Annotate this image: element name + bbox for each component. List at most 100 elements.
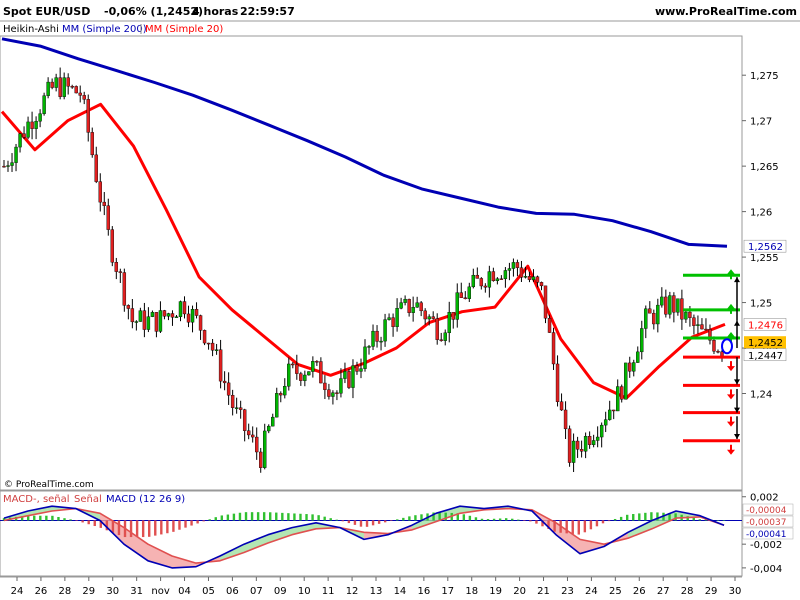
price-axis: 1,2751,271,2651,261,2551,251,2451,241,25… <box>742 71 787 401</box>
candle-body <box>431 316 435 319</box>
candle-body <box>234 407 239 409</box>
candle-body <box>459 292 463 298</box>
candle-body <box>351 365 355 388</box>
candle-body <box>250 434 255 438</box>
candle-body <box>595 436 600 441</box>
candle <box>347 369 351 390</box>
macd-hist-bar <box>716 520 720 521</box>
time-tick-label: 26 <box>35 586 48 597</box>
candle-body <box>206 342 211 345</box>
candle-body <box>283 386 287 396</box>
candle-body <box>182 301 187 315</box>
candle-body <box>519 267 524 278</box>
macd-hist-bar <box>571 520 574 534</box>
candle-body <box>451 312 455 320</box>
candle-body <box>114 262 119 272</box>
macd-hist-bar <box>250 512 254 521</box>
time-tick-label: 30 <box>106 586 119 597</box>
candle-body <box>515 262 520 268</box>
macd-hist-bar <box>523 520 526 521</box>
candle-body <box>150 312 155 317</box>
candle-body <box>712 340 716 352</box>
price-label: 1,2562 <box>743 239 787 253</box>
candle-body <box>499 278 504 280</box>
candle-body <box>6 165 10 167</box>
candle <box>74 85 78 94</box>
candle-body <box>275 393 279 418</box>
price-label-text: 1,2452 <box>748 338 783 349</box>
candle-body <box>628 362 632 372</box>
candle-body <box>672 295 676 313</box>
macd-hist-bar <box>595 520 599 527</box>
time-tick-label: 20 <box>513 586 526 597</box>
macd-hist-bar <box>57 516 60 521</box>
macd-hist-bar <box>607 520 611 522</box>
time-tick-label: 25 <box>609 586 622 597</box>
macd-hist-bar <box>75 520 78 521</box>
candle-body <box>255 436 259 453</box>
macd-hist-bar <box>638 513 641 521</box>
time-tick-label: 14 <box>394 586 407 597</box>
macd-hist-bar <box>692 517 695 521</box>
candle-body <box>303 374 307 381</box>
candle-body <box>463 297 467 299</box>
candle-body <box>375 330 379 342</box>
candle-body <box>162 310 167 317</box>
time-tick-label: 29 <box>82 586 95 597</box>
macd-hist-bar <box>371 520 375 526</box>
macd-hist-bar <box>135 520 139 538</box>
candle-body <box>242 409 247 431</box>
candle-body <box>259 451 263 468</box>
candle-body <box>66 77 70 87</box>
macd-hist-bar <box>141 520 145 538</box>
macd-hist-bar <box>359 520 363 527</box>
candle-body <box>555 363 560 402</box>
candle <box>110 226 115 267</box>
candle-body <box>603 419 608 426</box>
candle-body <box>58 77 62 97</box>
candle-body <box>78 92 82 96</box>
candle-body <box>439 339 443 341</box>
candle-body <box>467 286 471 299</box>
candle-body <box>391 317 395 327</box>
candle-body <box>395 308 399 327</box>
time-tick-label: 24 <box>585 586 598 597</box>
clock-time: 22:59:57 <box>240 5 295 18</box>
macd-legend-minus: MACD-, señal <box>3 494 70 505</box>
candle-body <box>118 271 123 273</box>
time-tick-label: 06 <box>226 586 239 597</box>
macd-hist-bar <box>589 520 593 530</box>
candle-body <box>495 278 500 282</box>
macd-hist-bar <box>214 517 217 521</box>
candle-body <box>684 311 688 320</box>
macd-hist-bar <box>347 520 351 524</box>
candle-body <box>716 351 720 353</box>
time-tick-label: 23 <box>561 586 574 597</box>
time-tick-label: 21 <box>537 586 550 597</box>
candle-body <box>531 276 536 280</box>
macd-value-text: -0,00037 <box>746 518 786 528</box>
candle-body <box>680 298 684 320</box>
macd-hist-bar <box>390 520 393 521</box>
candle-body <box>110 229 115 263</box>
candle-body <box>475 274 480 279</box>
macd-hist-bar <box>244 512 248 521</box>
candle-body <box>583 436 588 452</box>
candle-body <box>98 181 102 203</box>
macd-hist-bar <box>486 519 490 521</box>
candle-body <box>299 373 303 381</box>
macd-hist-bar <box>311 514 314 521</box>
macd-hist-bar <box>377 520 381 524</box>
macd-hist-bar <box>232 513 236 521</box>
candle-body <box>170 313 175 318</box>
candle-body <box>704 328 708 331</box>
macd-hist-bar <box>190 520 193 526</box>
macd-value-label: -0,00004 <box>742 503 794 516</box>
time-tick-label: 09 <box>274 586 287 597</box>
macd-tick-label: -0,002 <box>750 540 782 551</box>
candle <box>202 329 207 346</box>
macd-hist-bar <box>299 513 302 521</box>
legend-ma200: MM (Simple 200) <box>62 24 147 35</box>
site-url: www.ProRealTime.com <box>655 5 797 18</box>
time-tick-label: 12 <box>346 586 359 597</box>
